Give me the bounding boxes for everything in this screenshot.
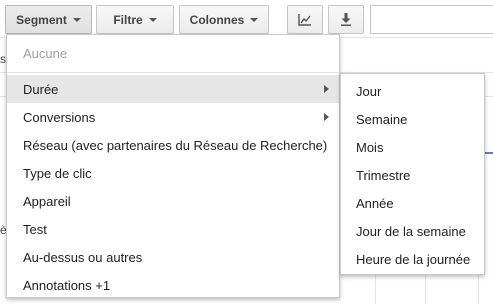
columns-button[interactable]: Colonnes [179, 5, 269, 34]
menu-item-label: Annotations +1 [23, 277, 111, 293]
segment-button-label: Segment [16, 12, 67, 27]
columns-button-label: Colonnes [189, 12, 245, 27]
submenu-item-label: Mois [356, 139, 384, 155]
chevron-down-icon [250, 17, 259, 22]
chevron-right-icon [324, 85, 329, 93]
chevron-down-icon [72, 17, 81, 22]
segment-menu: Aucune Durée Conversions Réseau (avec pa… [6, 34, 340, 298]
menu-item-annotations[interactable]: Annotations +1 [7, 271, 339, 299]
submenu-item-label: Trimestre [356, 167, 411, 183]
menu-item-label: Au-dessus ou autres [23, 249, 143, 265]
submenu-item-heure-de-la-journee[interactable]: Heure de la journée [341, 245, 484, 273]
submenu-item-jour-de-la-semaine[interactable]: Jour de la semaine [341, 217, 484, 245]
menu-item-label: Test [23, 221, 47, 237]
submenu-item-trimestre[interactable]: Trimestre [341, 161, 484, 189]
background-grid-line [375, 270, 376, 304]
menu-item-label: Réseau (avec partenaires du Réseau de Re… [23, 137, 328, 153]
submenu-item-label: Jour [356, 83, 382, 99]
menu-item-conversions[interactable]: Conversions [7, 103, 339, 131]
download-button[interactable] [328, 5, 364, 34]
menu-item-duree[interactable]: Durée [7, 75, 339, 103]
menu-item-label: Aucune [23, 45, 68, 61]
menu-item-label: Appareil [23, 193, 71, 209]
filter-button[interactable]: Filtre [96, 5, 174, 34]
menu-item-label: Conversions [23, 109, 96, 125]
menu-item-label: Type de clic [23, 165, 92, 181]
submenu-item-jour[interactable]: Jour [341, 77, 484, 105]
chevron-down-icon [148, 17, 157, 22]
search-input[interactable] [370, 5, 493, 34]
submenu-item-label: Année [356, 195, 394, 211]
menu-item-aucune[interactable]: Aucune [7, 39, 339, 67]
background-grid-line [478, 270, 479, 304]
submenu-item-annee[interactable]: Année [341, 189, 484, 217]
menu-item-label: Durée [23, 81, 59, 97]
background-grid-line [425, 270, 426, 304]
chart-button[interactable] [287, 5, 323, 34]
menu-item-appareil[interactable]: Appareil [7, 187, 339, 215]
submenu-item-label: Heure de la journée [356, 251, 471, 267]
toolbar: Segment Filtre Colonnes [0, 0, 493, 38]
submenu-item-semaine[interactable]: Semaine [341, 105, 484, 133]
menu-separator [7, 72, 339, 73]
submenu-item-label: Semaine [356, 111, 408, 127]
submenu-item-label: Jour de la semaine [356, 223, 466, 239]
download-icon [341, 13, 351, 26]
menu-item-reseau[interactable]: Réseau (avec partenaires du Réseau de Re… [7, 131, 339, 159]
menu-item-test[interactable]: Test [7, 215, 339, 243]
menu-item-type-de-clic[interactable]: Type de clic [7, 159, 339, 187]
chart-line-icon [298, 13, 311, 26]
chevron-right-icon [324, 113, 329, 121]
filter-button-label: Filtre [113, 12, 143, 27]
segment-button[interactable]: Segment [5, 5, 92, 34]
menu-item-au-dessus-ou-autres[interactable]: Au-dessus ou autres [7, 243, 339, 271]
duration-submenu: Jour Semaine Mois Trimestre Année Jour d… [340, 73, 485, 275]
submenu-item-mois[interactable]: Mois [341, 133, 484, 161]
